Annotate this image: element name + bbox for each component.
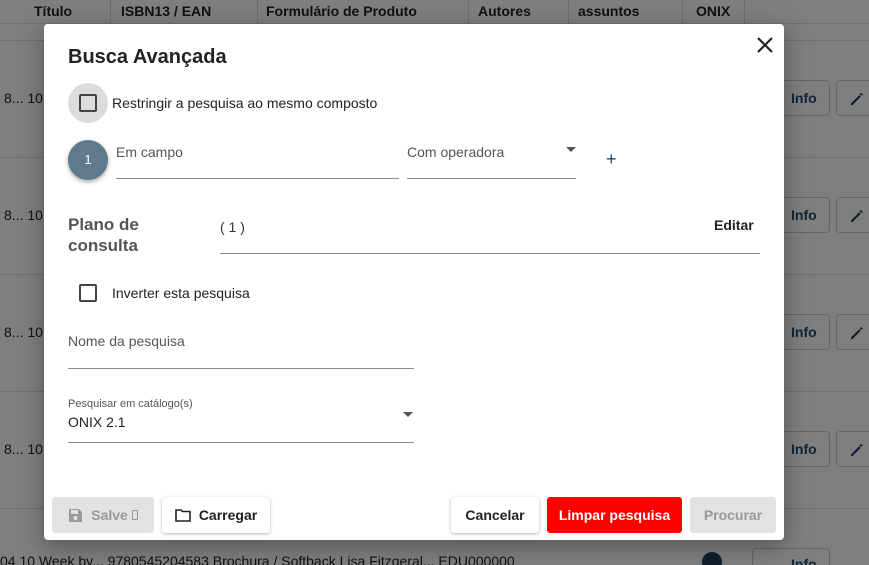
query-plan-title: Plano de consulta	[68, 215, 139, 255]
lock-icon	[131, 510, 138, 520]
field-select[interactable]	[116, 178, 399, 179]
search-name-label: Nome da pesquisa	[68, 333, 185, 349]
step-badge: 1	[68, 140, 108, 180]
chevron-down-icon[interactable]	[566, 147, 576, 152]
query-plan-value: ( 1 )	[220, 219, 245, 235]
save-icon	[68, 508, 83, 523]
load-button-label: Carregar	[198, 507, 258, 523]
search-name-input[interactable]	[68, 368, 414, 369]
invert-checkbox[interactable]	[79, 284, 97, 302]
query-plan-field[interactable]	[220, 253, 760, 254]
catalog-select-label: Pesquisar em catálogo(s)	[68, 398, 193, 410]
invert-label: Inverter esta pesquisa	[112, 285, 250, 301]
edit-plan-button[interactable]: Editar	[714, 217, 754, 233]
search-button[interactable]: Procurar	[690, 497, 776, 533]
dialog-title: Busca Avançada	[68, 46, 227, 68]
cancel-button[interactable]: Cancelar	[451, 497, 539, 533]
operator-select[interactable]	[407, 178, 576, 179]
restrict-label: Restringir a pesquisa ao mesmo composto	[112, 95, 378, 111]
folder-icon	[175, 508, 191, 522]
operator-select-label: Com operadora	[407, 144, 505, 160]
catalog-select-value[interactable]: ONIX 2.1	[68, 414, 126, 430]
save-button[interactable]: Salve	[52, 497, 154, 533]
add-condition-button[interactable]: +	[606, 149, 617, 170]
load-button[interactable]: Carregar	[162, 497, 270, 533]
clear-search-button[interactable]: Limpar pesquisa	[547, 497, 682, 533]
close-icon[interactable]	[754, 34, 776, 56]
chevron-down-icon[interactable]	[403, 412, 413, 417]
field-select-label: Em campo	[116, 144, 183, 160]
advanced-search-dialog: Busca Avançada Restringir a pesquisa ao …	[44, 24, 784, 540]
save-button-label: Salve	[91, 507, 128, 523]
restrict-checkbox[interactable]	[68, 83, 108, 123]
catalog-select[interactable]	[68, 442, 414, 443]
checkbox-box	[79, 94, 97, 112]
